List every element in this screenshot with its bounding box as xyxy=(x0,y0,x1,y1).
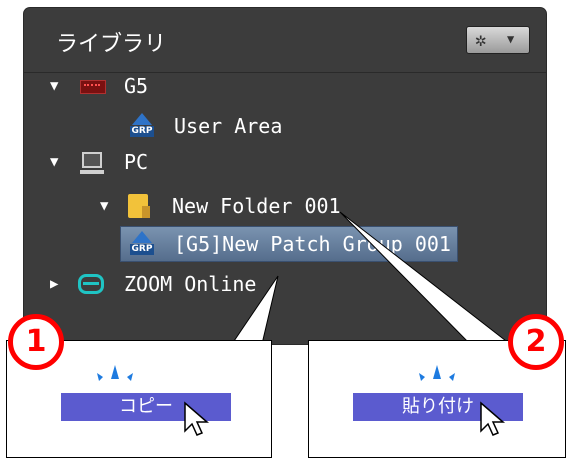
step-1-badge: 1 xyxy=(8,314,64,370)
sparkle-icon xyxy=(419,365,455,381)
cursor-icon xyxy=(480,401,506,436)
step-2-badge: 2 xyxy=(508,314,564,370)
sparkle-icon xyxy=(97,365,133,381)
callout-2-pointer xyxy=(339,211,512,345)
cursor-icon xyxy=(184,401,210,436)
callout-1-pointer xyxy=(231,275,279,345)
